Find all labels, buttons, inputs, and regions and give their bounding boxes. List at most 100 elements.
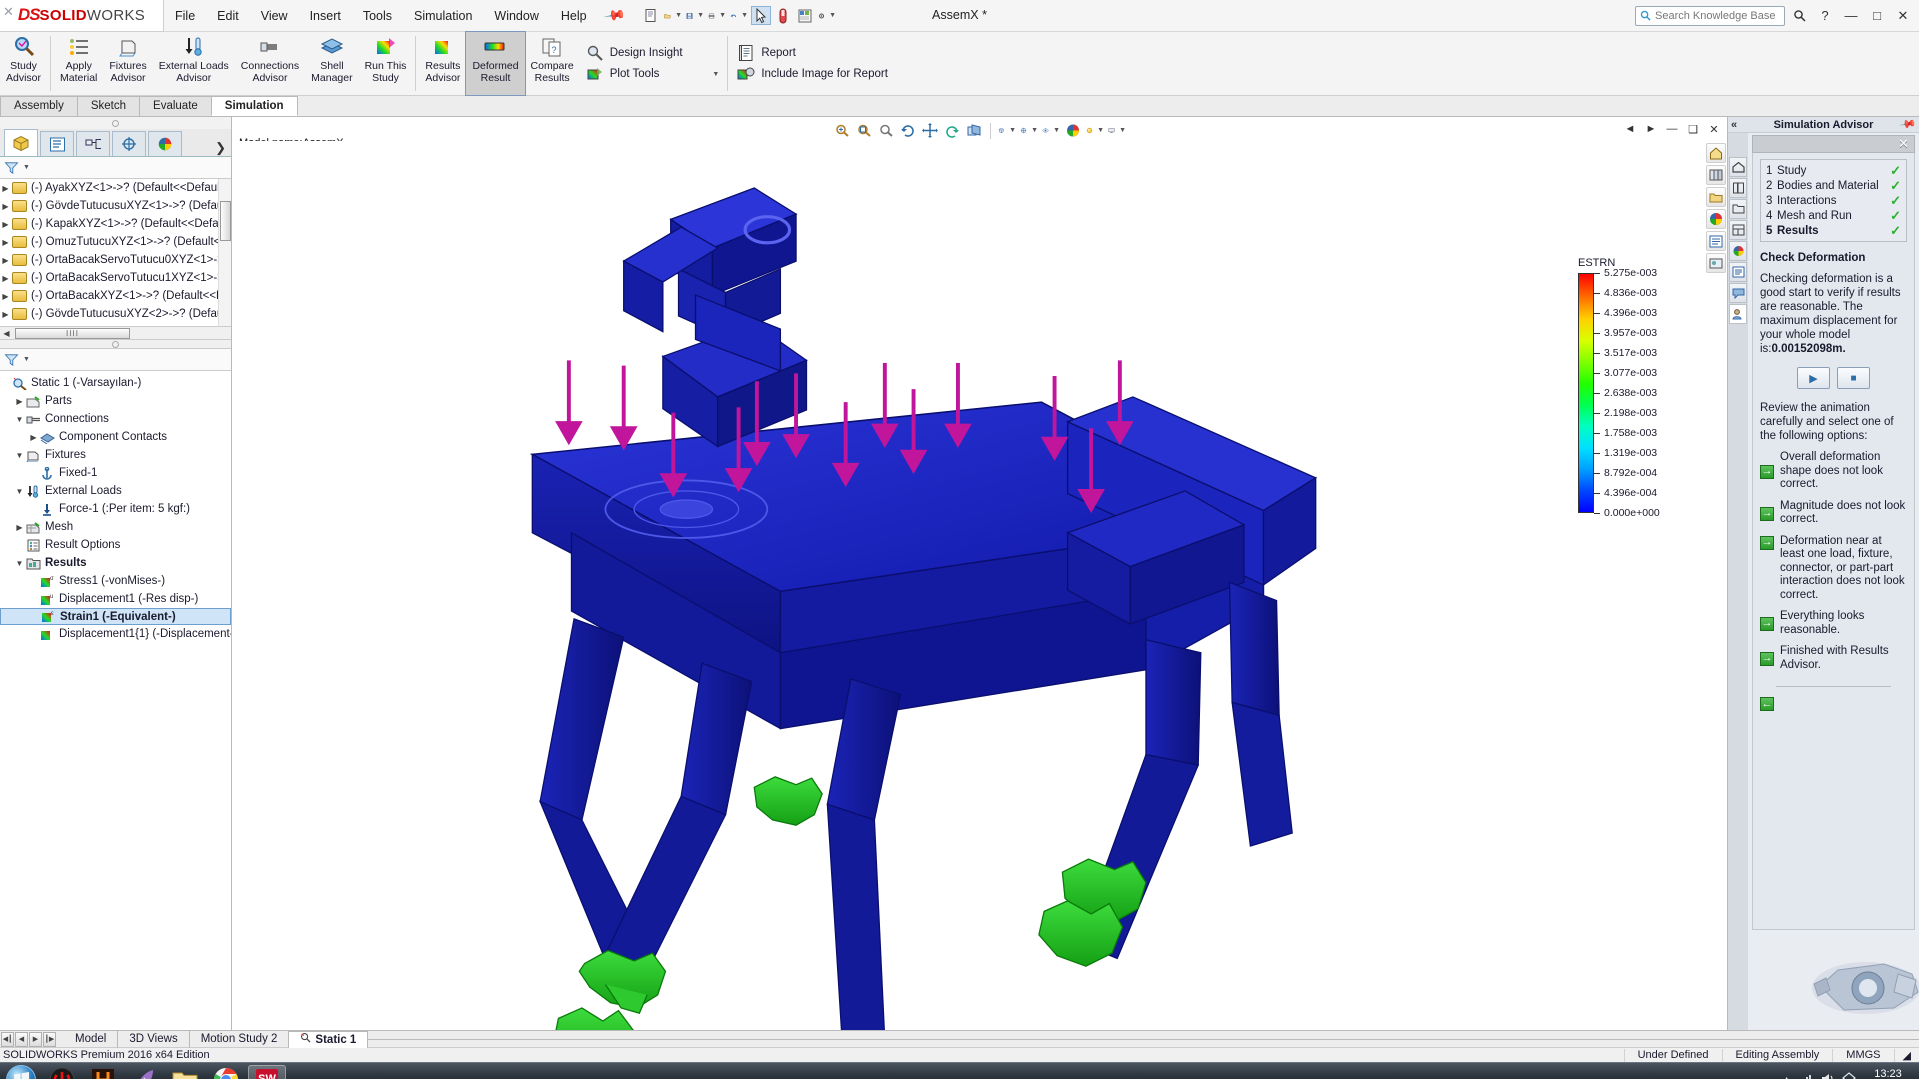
study-tree-row[interactable]: Displacement1{1} (-Displacement-) — [0, 625, 231, 643]
feature-tree-row[interactable]: ▶ (-) OrtaBacakServoTutucu0XYZ<1>->? ( — [0, 251, 231, 269]
close-icon[interactable]: ✕ — [1705, 121, 1723, 137]
tree-twisty-icon[interactable]: ▶ — [0, 220, 11, 229]
save-icon[interactable]: ▼ — [685, 6, 705, 25]
advisor-comment-icon[interactable] — [1729, 283, 1747, 303]
advisor-home-icon[interactable] — [1729, 157, 1747, 177]
section-view-icon[interactable] — [964, 121, 984, 140]
menu-edit[interactable]: Edit — [206, 0, 250, 32]
measure-icon[interactable] — [773, 6, 793, 25]
display-style-icon[interactable]: ▼ — [1019, 121, 1039, 140]
advisor-step[interactable]: 2 Bodies and Material ✓ — [1766, 178, 1901, 193]
bottom-tab-motion-study-2[interactable]: Motion Study 2 — [190, 1030, 290, 1048]
zoom-to-fit-icon[interactable] — [832, 121, 852, 140]
search-dropdown-icon[interactable] — [1787, 4, 1811, 28]
show-hidden-icon[interactable]: ▲ — [1782, 1074, 1792, 1079]
options-gear-icon[interactable]: ▼ — [817, 6, 837, 25]
previous-view-icon[interactable] — [942, 121, 962, 140]
tree-twisty-icon[interactable]: ▶ — [0, 256, 11, 265]
study-tree-row[interactable]: ▶ Parts — [0, 392, 231, 410]
cmd-shell-manager[interactable]: Shell Manager — [305, 32, 358, 95]
minimize-icon[interactable]: — — [1663, 121, 1681, 137]
tab-evaluate[interactable]: Evaluate — [139, 96, 212, 116]
view-home-icon[interactable] — [1706, 143, 1726, 163]
study-tree-row[interactable]: u Displacement1 (-Res disp-) — [0, 590, 231, 608]
advisor-book-icon[interactable] — [1729, 178, 1747, 198]
zoom-area-icon[interactable] — [854, 121, 874, 140]
cmd-apply-material[interactable]: Apply Material — [54, 32, 103, 95]
feature-tree-vscrollbar[interactable] — [218, 179, 231, 326]
pin-icon[interactable]: 📌 — [602, 4, 626, 28]
advisor-user-icon[interactable] — [1729, 304, 1747, 324]
cmd-fixtures-advisor[interactable]: Fixtures Advisor — [103, 32, 152, 95]
view-orientation-icon[interactable]: ▼ — [997, 121, 1017, 140]
feature-tree-hscrollbar[interactable]: ◀ IIII — [0, 326, 231, 339]
solidworks-icon[interactable]: SW2016 — [248, 1064, 286, 1079]
network-icon[interactable] — [1799, 1072, 1814, 1079]
chrome-icon[interactable] — [207, 1065, 245, 1079]
feature-tree-filter-bar[interactable]: ▼ — [0, 157, 231, 179]
tab-assembly[interactable]: Assembly — [0, 96, 78, 116]
study-tree-row[interactable]: ▶ Component Contacts — [0, 428, 231, 446]
study-tree-row[interactable]: Result Options — [0, 536, 231, 554]
view-appearance-icon[interactable] — [1706, 209, 1726, 229]
cmd-run-this-study[interactable]: Run This Study — [359, 32, 413, 95]
cmd-report[interactable]: Report — [731, 43, 893, 64]
tree-twisty-icon[interactable]: ▶ — [28, 433, 39, 442]
solidworks-logo[interactable]: DS SOLID WORKS — [0, 0, 164, 32]
study-tree-row-selected[interactable]: ε Strain1 (-Equivalent-) — [0, 608, 231, 625]
menu-file[interactable]: File — [164, 0, 206, 32]
status-units[interactable]: MMGS — [1832, 1048, 1893, 1062]
advisor-list-icon[interactable] — [1729, 262, 1747, 282]
close-icon[interactable]: ✕ — [3, 4, 14, 20]
simulation-study-tree[interactable]: Static 1 (-Varsayılan-) ▶ Parts ▼ Connection… — [0, 371, 231, 1030]
hide-show-items-icon[interactable]: ▼ — [1041, 121, 1061, 140]
advisor-option[interactable]: → Finished with Results Advisor. — [1760, 645, 1907, 672]
explorer-icon[interactable] — [166, 1065, 204, 1079]
last-tab-button[interactable]: ┃▶ — [43, 1031, 56, 1047]
chevron-down-icon[interactable]: ▼ — [23, 356, 30, 363]
restore-right-icon[interactable]: ► — [1642, 121, 1660, 137]
tree-twisty-icon[interactable]: ▶ — [0, 310, 11, 319]
collapse-panel-icon[interactable]: « — [1731, 119, 1737, 131]
bottom-tab-3d-views[interactable]: 3D Views — [118, 1030, 190, 1048]
view-display-icon[interactable] — [1706, 231, 1726, 251]
restore-window-icon[interactable]: □ — [1865, 4, 1889, 28]
tree-twisty-icon[interactable]: ▶ — [0, 184, 11, 193]
study-tree-row[interactable]: ▼ Connections — [0, 410, 231, 428]
play-animation-button[interactable]: ▶ — [1797, 367, 1830, 389]
panel-drag-handle[interactable] — [0, 117, 231, 129]
study-tree-row[interactable]: Fixed-1 — [0, 464, 231, 482]
open-document-icon[interactable]: ▼ — [663, 6, 683, 25]
cmd-external-loads-advisor[interactable]: External Loads Advisor — [153, 32, 235, 95]
view-folder-icon[interactable] — [1706, 187, 1726, 207]
tree-twisty-icon[interactable]: ▶ — [14, 523, 25, 532]
tab-configuration-manager[interactable] — [76, 131, 110, 156]
cmd-results-advisor[interactable]: Results Advisor — [419, 32, 466, 95]
minimize-window-icon[interactable]: — — [1839, 4, 1863, 28]
volume-icon[interactable] — [1821, 1072, 1835, 1079]
pan-icon[interactable] — [920, 121, 940, 140]
assembly-feature-tree[interactable]: ▶ (-) AyakXYZ<1>->? (Default<<Default>_I ▶… — [0, 179, 231, 339]
advisor-step[interactable]: 5 Results ✓ — [1766, 223, 1901, 238]
advisor-step[interactable]: 4 Mesh and Run ✓ — [1766, 208, 1901, 223]
tree-twisty-icon[interactable]: ▶ — [0, 274, 11, 283]
action-center-icon[interactable] — [1842, 1071, 1856, 1079]
study-tree-row[interactable]: ▼ Results — [0, 554, 231, 572]
cmd-plot-tools[interactable]: Plot Tools ▼ — [580, 64, 725, 85]
feature-tree-row[interactable]: ▶ (-) OmuzTutucuXYZ<1>->? (Default<<D — [0, 233, 231, 251]
menu-view[interactable]: View — [250, 0, 299, 32]
flame-icon[interactable] — [84, 1065, 122, 1079]
advisor-option[interactable]: → Deformation near at least one load, fix… — [1760, 535, 1907, 603]
tab-feature-manager[interactable] — [4, 129, 38, 156]
tab-property-manager[interactable] — [40, 131, 74, 156]
feature-tree-row[interactable]: ▶ (-) OrtaBacakServoTutucu1XYZ<1>->? (D — [0, 269, 231, 287]
apply-scene-icon[interactable]: ▼ — [1085, 121, 1105, 140]
stop-animation-button[interactable]: ■ — [1837, 367, 1870, 389]
search-input[interactable]: Search Knowledge Base — [1635, 5, 1785, 26]
chevron-down-icon[interactable]: ▼ — [712, 71, 719, 78]
study-tree-row[interactable]: ▼ Fixtures — [0, 446, 231, 464]
graphics-viewport[interactable]: ▼ ▼ ▼ ▼ ▼ ◄ ► — ❑ ✕ Model name:AssemX St… — [232, 117, 1727, 1030]
panel-splitter[interactable] — [0, 339, 231, 349]
advisor-appearance-icon[interactable] — [1729, 241, 1747, 261]
tab-display-manager[interactable] — [148, 131, 182, 156]
